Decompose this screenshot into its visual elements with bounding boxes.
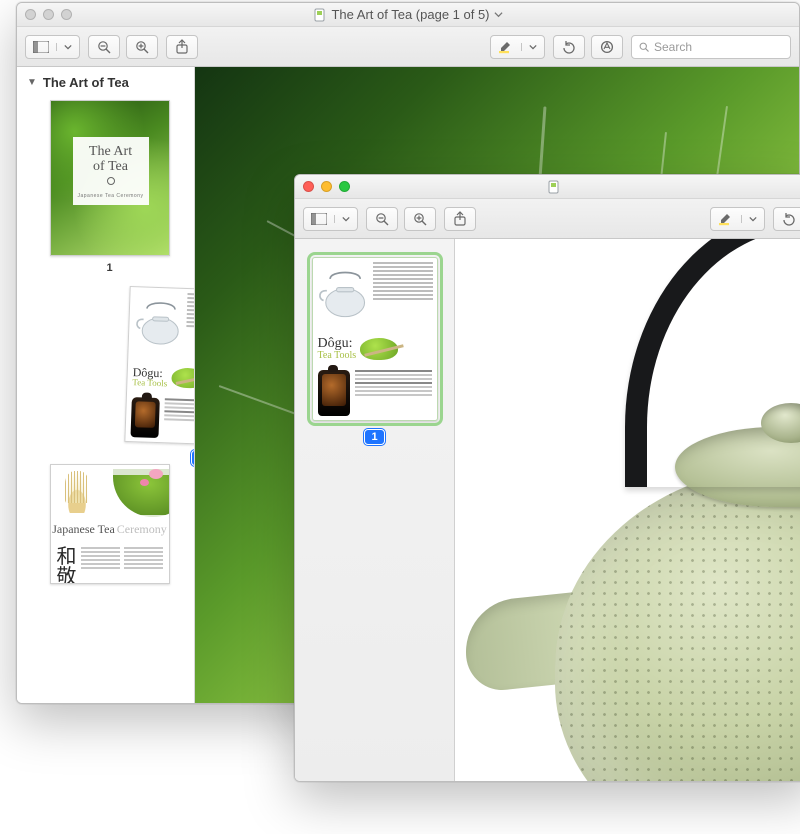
close-button[interactable] [25,9,36,20]
preview-window-front: Dôgu: Tea Tools 1 [294,174,800,782]
zoom-in-button[interactable] [404,207,436,231]
close-button[interactable] [303,181,314,192]
thumbnail-sidebar[interactable]: ▼ The Art of Tea The Art of Tea Japanese… [17,67,195,703]
rotate-button[interactable] [553,35,585,59]
sidebar-icon [304,213,334,225]
sidebar-icon [26,41,56,53]
chevron-down-icon [741,215,764,223]
teapot-icon [315,268,371,320]
ceremony-title: Japanese Tea Ceremony [51,515,169,543]
document-canvas-front[interactable] [455,239,800,781]
page-thumbnail-2[interactable]: Dôgu: Tea Tools [124,286,195,446]
chevron-down-icon [56,43,79,51]
zoom-in-button[interactable] [126,35,158,59]
document-icon [313,8,327,22]
share-button[interactable] [166,35,198,59]
rotate-icon [781,212,797,226]
traffic-lights-front[interactable] [303,181,350,192]
chevron-down-icon[interactable] [494,10,503,19]
disclosure-triangle-icon[interactable]: ▼ [27,77,37,88]
toolbar-front [295,199,800,239]
zoom-button[interactable] [61,9,72,20]
page-badge: 1 [364,429,384,445]
titlebar-front[interactable] [295,175,800,199]
sidebar-toggle[interactable] [303,207,358,231]
share-icon [175,39,189,55]
share-button[interactable] [444,207,476,231]
traffic-lights-back[interactable] [25,9,72,20]
toolbar-back: Search [17,27,799,67]
search-field[interactable]: Search [631,35,791,59]
rotate-button[interactable] [773,207,800,231]
whisk-icon [57,471,97,513]
chevron-down-icon [521,43,544,51]
teapot-icon [131,298,185,348]
zoom-button[interactable] [339,181,350,192]
tea-caddy-icon [130,397,159,438]
page-thumbnail-3[interactable]: Japanese Tea Ceremony 和 敬 [50,464,170,584]
markup-button[interactable] [591,35,623,59]
rotate-icon [561,40,577,54]
page-thumbnail-1[interactable]: The Art of Tea Japanese Tea Ceremony [50,100,170,256]
markup-icon [599,39,615,55]
document-icon [547,180,561,194]
titlebar-back[interactable]: The Art of Tea (page 1 of 5) [17,3,799,27]
zoom-out-icon [374,211,390,227]
chevron-down-icon [334,215,357,223]
highlighter-icon [711,212,741,226]
minimize-button[interactable] [321,181,332,192]
window-title: The Art of Tea (page 1 of 5) [331,7,489,22]
cover-card: The Art of Tea Japanese Tea Ceremony [73,137,149,205]
highlight-button[interactable] [710,207,765,231]
highlight-button[interactable] [490,35,545,59]
zoom-out-button[interactable] [366,207,398,231]
zoom-out-icon [96,39,112,55]
minimize-button[interactable] [43,9,54,20]
sidebar-heading-row[interactable]: ▼ The Art of Tea [17,71,194,96]
search-placeholder: Search [654,40,692,54]
zoom-in-icon [412,211,428,227]
zoom-out-button[interactable] [88,35,120,59]
sidebar-toggle[interactable] [25,35,80,59]
page-thumbnail-1[interactable]: Dôgu: Tea Tools [312,257,438,421]
share-icon [453,211,467,227]
teapot-image [475,239,800,781]
thumbnail-sidebar-front[interactable]: Dôgu: Tea Tools 1 [295,239,455,781]
search-icon [638,41,650,53]
tea-caddy-icon [318,370,350,416]
page-number-1: 1 [106,262,112,274]
highlighter-icon [491,40,521,54]
sidebar-heading: The Art of Tea [43,75,129,90]
zoom-in-icon [134,39,150,55]
